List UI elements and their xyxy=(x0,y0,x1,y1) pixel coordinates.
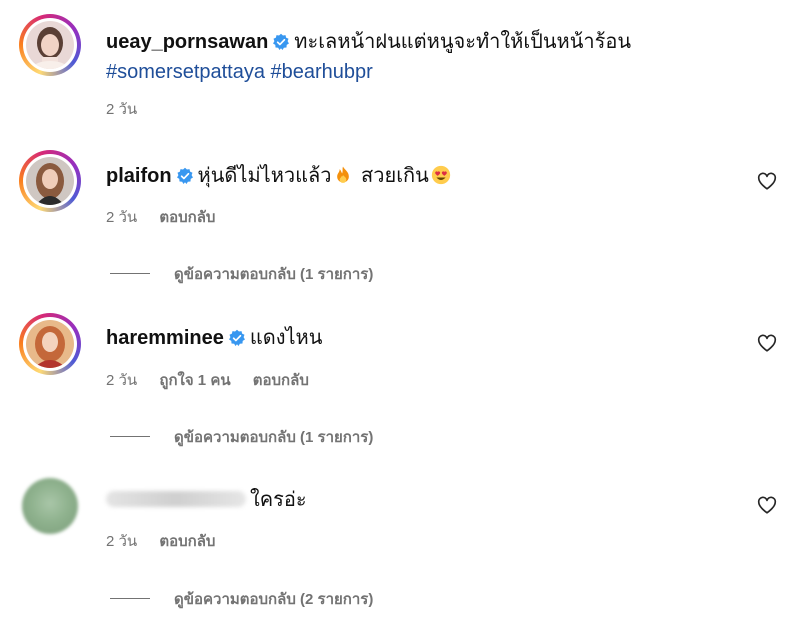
replies-divider xyxy=(110,436,150,437)
likes-count-button[interactable]: ถูกใจ 1 คน xyxy=(159,372,230,389)
commenter-avatar-blurred[interactable] xyxy=(22,478,78,534)
like-heart-icon[interactable] xyxy=(756,494,778,516)
comment-text: ใครอ่ะ xyxy=(250,489,307,511)
commenter-username-blurred[interactable] xyxy=(106,491,246,507)
comment-text: หุ่นดีไม่ไหวแล้ว xyxy=(197,165,332,187)
like-heart-icon[interactable] xyxy=(756,170,778,192)
post-time: 2 วัน xyxy=(106,101,138,118)
heart-eyes-emoji-icon xyxy=(431,165,450,185)
comment-line: plaifon หุ่นดีไม่ไหวแล้ว สวยเกิน xyxy=(106,163,453,189)
caption-line: ueay_pornsawan ทะเลหน้าฝนแต่หนูจะทำให้เป็… xyxy=(106,29,631,55)
commenter-username[interactable]: plaifon xyxy=(106,165,172,187)
comment-line: haremminee แดงไหน xyxy=(106,325,322,351)
like-heart-icon[interactable] xyxy=(756,332,778,354)
commenter-username[interactable]: haremminee xyxy=(106,327,224,349)
comment-text: แดงไหน xyxy=(249,327,323,349)
caption-hashtags-line: #somersetpattaya #bearhubpr xyxy=(106,59,373,85)
view-replies-button[interactable]: ดูข้อความตอบกลับ (2 รายการ) xyxy=(110,587,373,611)
caption-hashtags[interactable]: #somersetpattaya #bearhubpr xyxy=(106,61,373,83)
reply-button[interactable]: ตอบกลับ xyxy=(159,209,215,226)
view-replies-button[interactable]: ดูข้อความตอบกลับ (1 รายการ) xyxy=(110,425,373,449)
replies-divider xyxy=(110,273,150,274)
comment-time: 2 วัน xyxy=(106,533,138,550)
author-avatar[interactable] xyxy=(19,14,81,76)
comment-line: ใครอ่ะ xyxy=(106,487,307,513)
post-meta: 2 วัน xyxy=(106,97,155,121)
reply-button[interactable]: ตอบกลับ xyxy=(159,533,215,550)
comment-meta: 2 วัน ถูกใจ 1 คน ตอบกลับ xyxy=(106,368,327,392)
comment-time: 2 วัน xyxy=(106,209,138,226)
view-replies-label: ดูข้อความตอบกลับ (2 รายการ) xyxy=(174,591,374,608)
author-username[interactable]: ueay_pornsawan xyxy=(106,31,268,53)
verified-badge-icon xyxy=(176,167,193,184)
comment-meta: 2 วัน ตอบกลับ xyxy=(106,205,233,229)
view-replies-label: ดูข้อความตอบกลับ (1 รายการ) xyxy=(174,266,374,283)
replies-divider xyxy=(110,598,150,599)
comment-meta: 2 วัน ตอบกลับ xyxy=(106,529,233,553)
view-replies-label: ดูข้อความตอบกลับ (1 รายการ) xyxy=(174,429,374,446)
commenter-avatar[interactable] xyxy=(19,150,81,212)
reply-button[interactable]: ตอบกลับ xyxy=(253,372,309,389)
fire-emoji-icon xyxy=(337,166,350,183)
verified-badge-icon xyxy=(273,33,290,50)
comment-text-2: สวยเกิน xyxy=(355,165,429,187)
verified-badge-icon xyxy=(228,329,245,346)
comment-time: 2 วัน xyxy=(106,372,138,389)
view-replies-button[interactable]: ดูข้อความตอบกลับ (1 รายการ) xyxy=(110,262,373,286)
caption-text: ทะเลหน้าฝนแต่หนูจะทำให้เป็นหน้าร้อน xyxy=(294,31,632,53)
commenter-avatar[interactable] xyxy=(19,313,81,375)
